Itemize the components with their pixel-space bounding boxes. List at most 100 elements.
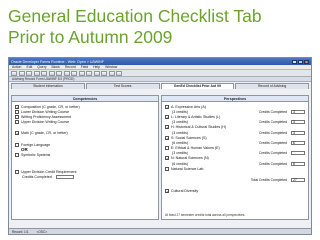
credit-requirement: (3 credits) [172, 120, 188, 125]
competency-label: Writing Proficiency Assessment [21, 114, 72, 119]
perspective-label: H: Historical & Cultural Studies (H) [171, 125, 227, 130]
status-bar: Record: 1/1 <OSC> [9, 228, 311, 234]
literary-artistic-checkbox[interactable]: ✓ [165, 114, 169, 119]
copy-icon[interactable] [41, 71, 47, 76]
tab-gened-checklist[interactable]: GenEd Checklist Prior Aut 09 [160, 83, 235, 89]
credit-requirement: (3 credits) [172, 130, 188, 135]
insert-record-icon[interactable] [101, 71, 107, 76]
writing-proficiency-checkbox[interactable] [15, 114, 19, 119]
perspective-label: A: Expressive Arts (A) [171, 104, 206, 109]
competency-label: Symbolic Systems [21, 152, 51, 157]
natural-sciences-checkbox[interactable]: ✓ [165, 156, 169, 161]
window-title: Oracle Developer Forms Runtime - Web: Op… [11, 59, 104, 64]
menu-item-edit[interactable]: Edit [26, 65, 32, 69]
menu-item-query[interactable]: Query [37, 65, 46, 69]
total-credits-field[interactable]: 27 [291, 178, 305, 183]
tab-strip: Student Information Test Scores GenEd Ch… [9, 82, 311, 89]
window-titlebar: Oracle Developer Forms Runtime - Web: Op… [9, 58, 311, 65]
social-sciences-checkbox[interactable]: ✓ [165, 135, 169, 140]
competencies-pane: Competencies ✓ Composition (C grade, CR,… [11, 95, 159, 220]
natural-science-lab-checkbox[interactable] [165, 166, 169, 171]
credits-completed-label: Credits Completed [258, 109, 287, 114]
previous-record-icon[interactable] [78, 71, 85, 76]
perspectives-footnote: At least 27 semester credits total acros… [165, 213, 246, 217]
credits-completed-label: Credits Completed [258, 161, 287, 166]
math-checkbox[interactable]: ✓ [15, 131, 19, 136]
total-credits-label: Total Credits Completed [250, 178, 287, 183]
credit-requirement: (6 credits) [172, 161, 188, 166]
tab-student-information[interactable]: Student Information [11, 83, 85, 89]
competency-label: Lower Division Writing Course [21, 109, 70, 114]
delete-record-icon[interactable] [108, 71, 115, 76]
upper-division-credit-checkbox[interactable] [15, 170, 19, 175]
menu-item-window[interactable]: Window [105, 65, 117, 69]
close-form-icon[interactable] [26, 71, 32, 76]
perspectives-pane: Perspectives ✓ A: Expressive Arts (A) (3… [161, 95, 309, 220]
credits-field[interactable] [291, 151, 305, 156]
expressive-arts-checkbox[interactable]: ✓ [165, 104, 169, 109]
forms-window: Oracle Developer Forms Runtime - Web: Op… [8, 57, 312, 235]
cultural-diversity-checkbox[interactable]: ✓ [165, 189, 169, 194]
credits-field[interactable]: 3 [291, 109, 305, 114]
upper-division-credits-field[interactable] [55, 175, 74, 180]
symbolic-systems-checkbox[interactable] [15, 152, 19, 157]
upper-division-writing-checkbox[interactable] [15, 120, 19, 125]
tab-record-of-advising[interactable]: Record of Advising [235, 83, 309, 89]
credits-field[interactable]: 6 [291, 161, 305, 166]
next-record-icon[interactable] [86, 71, 92, 76]
help-icon[interactable] [116, 71, 122, 76]
perspective-label: L: Literary & Artistic Studies (L) [171, 114, 221, 119]
close-button[interactable]: × [304, 59, 309, 64]
slide-title-line-1: General Education Checklist Tab [8, 6, 262, 26]
credit-requirement: (3 credits) [172, 109, 188, 114]
record-bar-label: Advising Record Form UAWINF 8.0 (PROD) [12, 77, 75, 81]
slide-title-line-2: Prior to Autumn 2009 [8, 27, 173, 47]
minimize-button[interactable]: _ [292, 59, 297, 64]
perspective-label: N: Natural Sciences (N) [171, 156, 209, 161]
credits-field[interactable]: 6 [291, 140, 305, 145]
credits-field[interactable]: 3 [291, 130, 305, 135]
record-count: Record: 1/1 [12, 229, 29, 234]
menu-item-record[interactable]: Record [65, 65, 76, 69]
credits-field[interactable]: 3 [291, 120, 305, 125]
composition-checkbox[interactable]: ✓ [15, 104, 19, 109]
maximize-button[interactable]: □ [298, 59, 303, 64]
print-icon[interactable] [18, 71, 25, 76]
competency-label: Composition (C grade, CR, or better) [21, 104, 80, 109]
enter-query-icon[interactable] [56, 71, 62, 76]
window-controls: _ □ × [292, 59, 309, 64]
tab-test-scores[interactable]: Test Scores [85, 83, 160, 89]
menu-item-help[interactable]: Help [93, 65, 100, 69]
competency-label: Upper Division Credit Requirement [21, 170, 77, 175]
credit-requirement: (6 credits) [172, 140, 188, 145]
credits-completed-label: Credits Completed [258, 151, 287, 156]
toolbar [9, 70, 311, 77]
perspective-label: Cultural Diversity [171, 189, 199, 194]
foreign-language-checkbox[interactable] [15, 142, 19, 147]
paste-icon[interactable] [48, 71, 55, 76]
execute-query-icon[interactable] [63, 71, 70, 76]
perspective-label: S: Social Sciences (S) [171, 135, 207, 140]
menu-item-field[interactable]: Field [81, 65, 88, 69]
cut-icon[interactable] [33, 71, 40, 76]
perspective-label: E: Ethical & Human Values (E) [171, 146, 220, 151]
competency-label: Math (C grade, CR, or better) [21, 131, 68, 136]
competency-label: Upper Division Writing Course [21, 120, 70, 125]
lower-division-writing-checkbox[interactable] [15, 109, 19, 114]
perspective-row: ✓ Cultural Diversity [165, 189, 305, 194]
competency-label: Foreign Language [21, 142, 51, 147]
credits-completed-label: Credits Completed [258, 120, 287, 125]
ethical-human-values-checkbox[interactable] [165, 146, 169, 151]
perspective-label: Natural Science Lab [171, 166, 204, 171]
credits-completed-label: Credits Completed [258, 130, 287, 135]
credits-completed-label: Credits Completed [22, 175, 52, 180]
credits-completed-label: Credits Completed [258, 140, 287, 145]
status-mode: <OSC> [36, 229, 48, 234]
next-block-icon[interactable] [93, 71, 100, 76]
menu-item-action[interactable]: Action [12, 65, 21, 69]
historical-cultural-checkbox[interactable]: ✓ [165, 125, 169, 130]
or-separator: OR [21, 147, 28, 153]
save-icon[interactable] [11, 71, 17, 76]
previous-block-icon[interactable] [71, 71, 77, 76]
menu-item-block[interactable]: Block [52, 65, 60, 69]
